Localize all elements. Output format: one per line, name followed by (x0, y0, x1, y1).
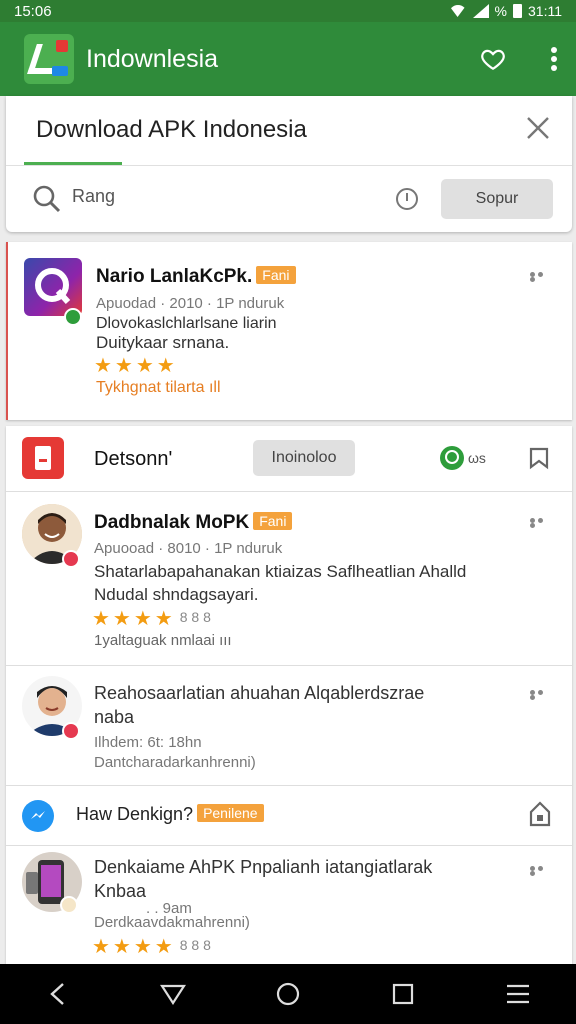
more-options-icon[interactable] (530, 690, 552, 700)
home-lock-icon[interactable] (528, 800, 552, 828)
item-title-line1: Reahosaarlatian ahuahan Alqablerdszrae (94, 683, 425, 703)
rating-stars-value: ★★★★ (92, 936, 176, 958)
live-badge-icon (62, 722, 80, 740)
history-clock-icon[interactable] (396, 188, 418, 210)
chat-icon[interactable] (440, 446, 464, 470)
search-submit-button[interactable]: Sopur (441, 179, 553, 219)
close-icon[interactable] (526, 116, 550, 140)
chat-count: ωs (468, 450, 486, 466)
tag-badge: Fani (253, 512, 293, 530)
section-title: Haw Denkign? Penilene (76, 804, 264, 825)
item-title-line2: Knbaa (94, 881, 147, 901)
item-footer: Tykhgnat tilarta ıll (96, 379, 221, 396)
search-input[interactable] (72, 186, 372, 207)
item-title: Nario LanlaKcPk. Fani (96, 266, 296, 288)
overflow-menu-icon[interactable] (550, 46, 558, 72)
tag-badge: Fani (256, 266, 296, 284)
verified-badge-icon (64, 308, 82, 326)
rating-stars: ★★★★ 8 8 8 (92, 606, 211, 631)
wifi-icon (448, 5, 467, 17)
app-title: Indownlesia (86, 44, 219, 73)
item-title-line1: Denkaiame AhPK Pnpalianh iatangiatlarak (94, 857, 433, 877)
app-bar: Indownlesia (0, 22, 576, 96)
item-title-line2: naba (94, 707, 135, 727)
section-header: Detsonn' Inoinoloo ωs (6, 426, 572, 492)
battery-icon (513, 4, 522, 18)
divider (6, 165, 572, 166)
list-item[interactable]: Reahosaarlatian ahuahan Alqablerdszrae n… (6, 666, 572, 786)
item-meta: Derdkaavdakmahrenni) (94, 914, 250, 931)
search-icon (32, 184, 62, 214)
item-meta: Apuodad · 2010 · 1P nduruk (96, 295, 285, 312)
list-item[interactable]: Nario LanlaKcPk. Fani Apuodad · 2010 · 1P… (6, 242, 572, 420)
search-panel-title: Download APK Indonesia (36, 116, 307, 143)
live-badge-icon (62, 550, 80, 568)
item-title-text: Dadbnalak MoPK (94, 512, 250, 533)
battery-percent: % (494, 3, 507, 19)
app-icon (22, 437, 64, 479)
down-triangle-icon[interactable] (158, 979, 188, 1009)
rating-count: 8 8 8 (179, 609, 211, 625)
rating-count: 8 8 8 (179, 937, 211, 953)
item-desc-line2: Ndudal shndagsayari. (94, 585, 259, 604)
content-card: Detsonn' Inoinoloo ωs Dadbnalak MoPK Fani… (6, 426, 572, 964)
rating-stars-value: ★★★★ (92, 608, 176, 630)
item-desc-line1: Shatarlabapahanakan ktiaizas Saflheatlia… (94, 562, 467, 581)
system-nav-bar (0, 964, 576, 1024)
list-item[interactable]: Denkaiame AhPK Pnpalianh iatangiatlarak … (6, 846, 572, 964)
status-bar: 15:06 % 31:11 (0, 0, 576, 22)
list-item[interactable]: Dadbnalak MoPK Fani Apuooad · 8010 · 1P n… (6, 492, 572, 666)
status-time-left: 15:06 (14, 2, 52, 20)
app-logo (24, 34, 74, 84)
more-options-icon[interactable] (530, 518, 552, 528)
item-meta: Ilhdem: 6t: 18hn (94, 734, 202, 751)
rating-stars: ★★★★ (94, 355, 178, 377)
item-meta: Apuooad · 8010 · 1P nduruk (94, 540, 283, 557)
signal-icon (472, 4, 489, 18)
section-title: Detsonn' (94, 448, 173, 470)
favorite-heart-icon[interactable] (480, 46, 506, 72)
install-button[interactable]: Inoinoloo (253, 440, 355, 476)
status-time-right: 31:11 (528, 3, 562, 19)
more-options-icon[interactable] (530, 866, 552, 876)
recents-icon[interactable] (388, 979, 418, 1009)
item-footer: 1yaltaguak nmlaai ııı (94, 632, 232, 649)
back-icon[interactable] (43, 979, 73, 1009)
tag-badge: Penilene (197, 804, 264, 822)
section-title-text: Haw Denkign? (76, 804, 194, 824)
item-desc-line2: Duitykaar srnana. (96, 333, 230, 352)
item-title-text: Nario LanlaKcPk. (96, 266, 253, 287)
rating-stars: ★★★★ 8 8 8 (92, 934, 211, 959)
messenger-icon (22, 800, 54, 832)
section-header: Haw Denkign? Penilene (6, 786, 572, 846)
home-icon[interactable] (273, 979, 303, 1009)
item-title: Dadbnalak MoPK Fani (94, 512, 293, 534)
emoji-badge-icon (60, 896, 78, 914)
status-icons: % 31:11 (448, 3, 562, 19)
bookmark-icon[interactable] (528, 446, 550, 472)
more-options-icon[interactable] (530, 272, 552, 282)
search-panel: Download APK Indonesia Sopur (6, 96, 572, 232)
item-footer: Dantcharadarkanhrenni) (94, 754, 256, 771)
menu-icon[interactable] (503, 979, 533, 1009)
